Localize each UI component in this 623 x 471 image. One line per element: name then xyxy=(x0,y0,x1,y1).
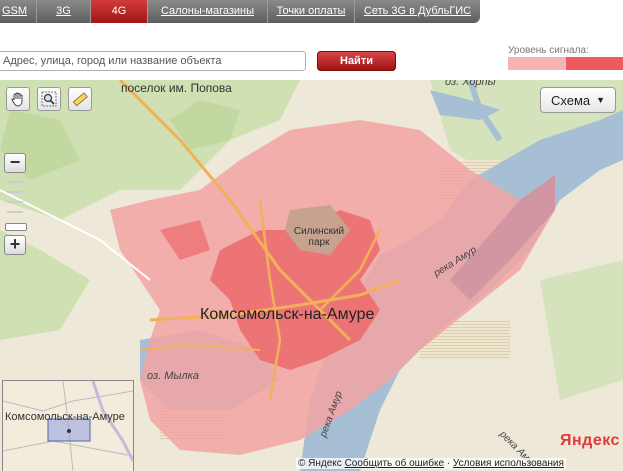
map-footer: © Яндекс Сообщить об ошибке · Условия ис… xyxy=(296,458,566,469)
yandex-logo: Яндекс xyxy=(560,432,620,449)
minimap-city-label: Комсомольск-на-Амуре xyxy=(5,411,125,423)
chevron-down-icon: ▼ xyxy=(596,95,606,105)
hand-tool-button[interactable] xyxy=(6,87,30,111)
label-lake-mylka: оз. Мылка xyxy=(147,370,199,382)
zoom-slider-handle[interactable] xyxy=(5,223,27,231)
zoom-area-tool-button[interactable] xyxy=(37,87,61,111)
ruler-icon xyxy=(72,92,88,107)
label-city: Комсомольск-на-Амуре xyxy=(200,306,375,323)
zoom-tick xyxy=(7,201,23,203)
zoom-control: − + xyxy=(4,153,27,255)
zoom-slider[interactable] xyxy=(4,175,27,233)
signal-strong-swatch xyxy=(565,57,623,70)
search-input[interactable] xyxy=(0,51,306,71)
magnifier-icon xyxy=(41,91,57,107)
label-lake-horpy: оз. Хорпы xyxy=(445,80,496,88)
tab-gsm[interactable]: GSM xyxy=(0,0,37,23)
label-park: Силинский парк xyxy=(293,226,345,248)
signal-legend xyxy=(508,57,623,70)
map-type-dropdown[interactable]: Схема ▼ xyxy=(540,87,616,113)
tab-payment-points[interactable]: Точки оплаты xyxy=(268,0,355,23)
tab-stores[interactable]: Салоны-магазины xyxy=(148,0,268,23)
report-error-link[interactable]: Сообщить об ошибке xyxy=(345,458,444,469)
label-village: поселок им. Попова xyxy=(121,81,232,95)
minimap-base xyxy=(3,381,133,471)
terms-of-use-link[interactable]: Условия использования xyxy=(453,458,564,469)
zoom-tick xyxy=(7,191,23,193)
zoom-out-button[interactable]: − xyxy=(4,153,26,173)
overview-minimap[interactable]: Комсомольск-на-Амуре xyxy=(2,380,134,471)
tab-bar: GSM 3G 4G Салоны-магазины Точки оплаты С… xyxy=(0,0,480,23)
signal-weak-swatch xyxy=(508,57,566,70)
signal-level-label: Уровень сигнала: xyxy=(508,45,589,56)
ruler-tool-button[interactable] xyxy=(68,87,92,111)
zoom-in-button[interactable]: + xyxy=(4,235,26,255)
zoom-tick xyxy=(7,211,23,213)
copyright-text: © Яндекс xyxy=(298,458,342,469)
tab-3g-dublgis[interactable]: Сеть 3G в ДубльГИС xyxy=(355,0,480,23)
find-button[interactable]: Найти xyxy=(317,51,396,71)
map-type-label: Схема xyxy=(550,92,591,108)
zoom-tick xyxy=(7,181,23,183)
tab-4g[interactable]: 4G xyxy=(91,0,148,23)
tab-3g[interactable]: 3G xyxy=(37,0,91,23)
map-canvas[interactable]: поселок им. Попова оз. Хорпы Силинский п… xyxy=(0,80,623,471)
hand-icon xyxy=(11,92,23,107)
